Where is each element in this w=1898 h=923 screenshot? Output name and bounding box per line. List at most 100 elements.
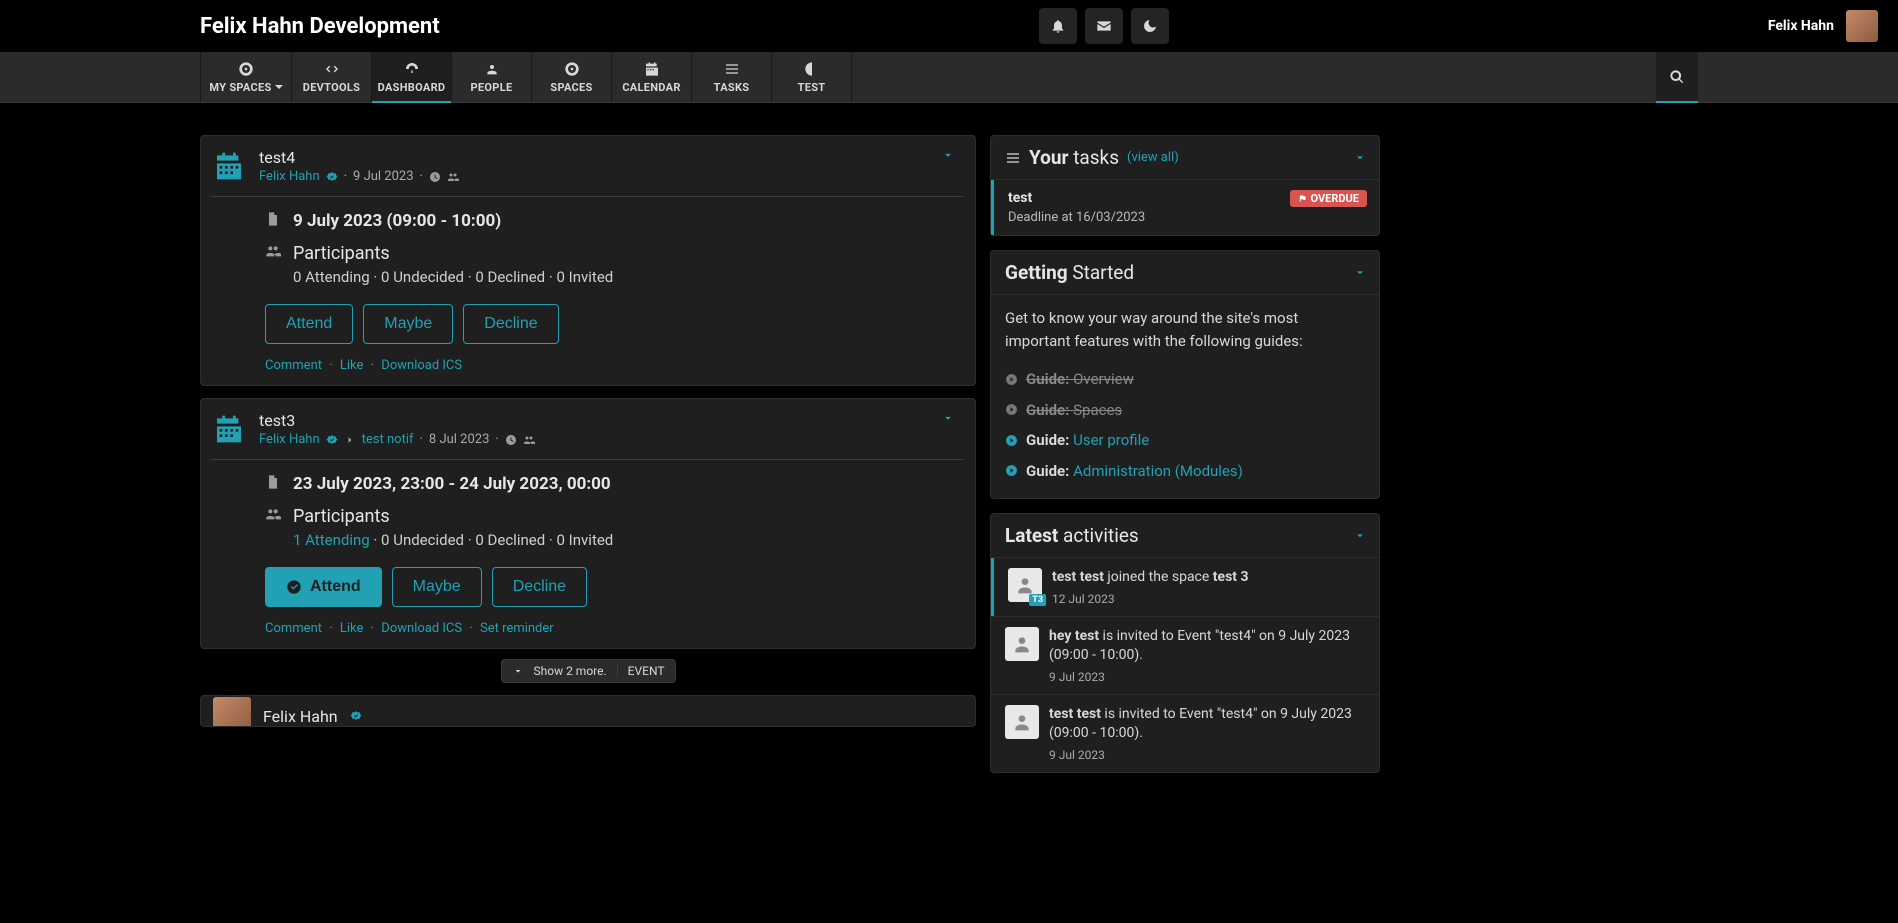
show-more-button[interactable]: Show 2 more. EVENT bbox=[501, 659, 676, 683]
event-when: 23 July 2023, 23:00 - 24 July 2023, 00:0… bbox=[293, 474, 611, 494]
people-icon bbox=[265, 243, 281, 259]
event-date: 8 Jul 2023 bbox=[429, 432, 489, 447]
people-icon bbox=[447, 171, 459, 183]
download-ics-link[interactable]: Download ICS bbox=[381, 358, 462, 373]
attending-link[interactable]: 1 Attending bbox=[293, 531, 370, 549]
event-title[interactable]: test3 bbox=[259, 411, 535, 430]
activity-item[interactable]: test test is invited to Event "test4" on… bbox=[991, 694, 1379, 772]
like-link[interactable]: Like bbox=[340, 358, 364, 373]
file-icon bbox=[265, 211, 281, 227]
activity-item[interactable]: hey test is invited to Event "test4" on … bbox=[991, 616, 1379, 694]
attend-button-label: Attend bbox=[310, 578, 361, 596]
nav-dashboard-label: DASHBOARD bbox=[378, 81, 446, 94]
nav-devtools-label: DEVTOOLS bbox=[303, 81, 360, 94]
verified-icon bbox=[326, 171, 338, 183]
nav-test-label: TEST bbox=[798, 81, 826, 94]
avatar[interactable]: T3 bbox=[1008, 568, 1042, 602]
task-item[interactable]: test Deadline at 16/03/2023 OVERDUE bbox=[991, 180, 1379, 235]
participants-summary: · 0 Undecided · 0 Declined · 0 Invited bbox=[373, 531, 613, 549]
avatar[interactable] bbox=[1846, 10, 1878, 42]
widget-collapse-toggle[interactable] bbox=[1353, 524, 1367, 547]
activity-item[interactable]: T3 test test joined the space test 3 12 … bbox=[991, 558, 1379, 616]
card-menu-toggle[interactable] bbox=[941, 411, 961, 431]
event-when: 9 July 2023 (09:00 - 10:00) bbox=[293, 211, 501, 231]
nav-calendar-label: CALENDAR bbox=[622, 81, 680, 94]
set-reminder-link[interactable]: Set reminder bbox=[480, 621, 554, 636]
nav-test[interactable]: TEST bbox=[772, 52, 852, 102]
attend-button-selected[interactable]: Attend bbox=[265, 567, 382, 607]
nav-calendar[interactable]: CALENDAR bbox=[612, 52, 692, 102]
clock-icon bbox=[505, 434, 517, 446]
user-menu[interactable]: Felix Hahn bbox=[1768, 18, 1834, 34]
guide-item[interactable]: Guide: Administration (Modules) bbox=[1005, 456, 1365, 487]
download-ics-link[interactable]: Download ICS bbox=[381, 621, 462, 636]
people-icon bbox=[484, 61, 500, 77]
like-link[interactable]: Like bbox=[340, 621, 364, 636]
clock-icon bbox=[429, 171, 441, 183]
peek-author[interactable]: Felix Hahn bbox=[263, 707, 338, 726]
check-circle-icon bbox=[286, 579, 302, 595]
comment-link[interactable]: Comment bbox=[265, 358, 322, 373]
decline-button[interactable]: Decline bbox=[492, 567, 587, 607]
getting-started-title-rest: Started bbox=[1072, 261, 1134, 284]
maybe-button[interactable]: Maybe bbox=[363, 304, 453, 344]
chevron-down-icon bbox=[941, 411, 955, 425]
nav-dashboard[interactable]: DASHBOARD bbox=[372, 52, 452, 102]
avatar[interactable] bbox=[1005, 705, 1039, 739]
person-icon bbox=[1012, 634, 1032, 654]
people-icon bbox=[523, 434, 535, 446]
verified-icon bbox=[326, 434, 338, 446]
topbar: Felix Hahn Development Felix Hahn bbox=[0, 0, 1898, 52]
comment-link[interactable]: Comment bbox=[265, 621, 322, 636]
target-icon bbox=[564, 61, 580, 77]
activity-time: 12 Jul 2023 bbox=[1052, 592, 1249, 606]
theme-button[interactable] bbox=[1131, 8, 1169, 44]
show-more-label: Show 2 more. bbox=[534, 664, 607, 678]
event-author[interactable]: Felix Hahn bbox=[259, 169, 320, 184]
nav-tasks[interactable]: TASKS bbox=[692, 52, 772, 102]
person-icon bbox=[1012, 712, 1032, 732]
envelope-icon bbox=[1096, 18, 1112, 34]
guide-item[interactable]: Guide: Overview bbox=[1005, 364, 1365, 395]
nav-people[interactable]: PEOPLE bbox=[452, 52, 532, 102]
nav-devtools[interactable]: DEVTOOLS bbox=[292, 52, 372, 102]
nav-spaces[interactable]: SPACES bbox=[532, 52, 612, 102]
navbar: MY SPACES DEVTOOLS DASHBOARD PEOPLE SPAC… bbox=[0, 52, 1898, 103]
main-column: test4 Felix Hahn · 9 Jul 2023 · bbox=[200, 135, 976, 773]
widget-collapse-toggle[interactable] bbox=[1353, 146, 1367, 169]
guide-item[interactable]: Guide: User profile bbox=[1005, 425, 1365, 456]
nav-search[interactable] bbox=[1656, 52, 1698, 102]
code-icon bbox=[324, 61, 340, 77]
event-space[interactable]: test notif bbox=[362, 432, 414, 447]
avatar[interactable] bbox=[1005, 627, 1039, 661]
person-icon bbox=[1015, 575, 1035, 595]
maybe-button[interactable]: Maybe bbox=[392, 567, 482, 607]
event-date: 9 Jul 2023 bbox=[353, 169, 413, 184]
widget-collapse-toggle[interactable] bbox=[1353, 261, 1367, 284]
dashboard-icon bbox=[404, 61, 420, 77]
event-card: test4 Felix Hahn · 9 Jul 2023 · bbox=[200, 135, 976, 386]
play-circle-icon bbox=[1005, 464, 1018, 477]
tasks-icon bbox=[724, 61, 740, 77]
tasks-widget: Your tasks (view all) test Deadline at 1… bbox=[990, 135, 1380, 236]
guide-item[interactable]: Guide: Spaces bbox=[1005, 395, 1365, 426]
event-author[interactable]: Felix Hahn bbox=[259, 432, 320, 447]
nav-my-spaces[interactable]: MY SPACES bbox=[200, 52, 292, 102]
messages-button[interactable] bbox=[1085, 8, 1123, 44]
activity-time: 9 Jul 2023 bbox=[1049, 748, 1365, 762]
attend-button[interactable]: Attend bbox=[265, 304, 353, 344]
activity-text: hey test is invited to Event "test4" on … bbox=[1049, 627, 1365, 666]
nav-spaces-label: SPACES bbox=[550, 81, 592, 94]
notifications-button[interactable] bbox=[1039, 8, 1077, 44]
event-meta: Felix Hahn · 9 Jul 2023 · bbox=[259, 169, 459, 184]
view-all-link[interactable]: (view all) bbox=[1127, 150, 1179, 165]
calendar-icon bbox=[213, 413, 245, 445]
card-menu-toggle[interactable] bbox=[941, 148, 961, 168]
file-icon bbox=[265, 474, 281, 490]
site-title[interactable]: Felix Hahn Development bbox=[200, 14, 440, 39]
avatar[interactable] bbox=[213, 697, 251, 727]
card-actions: Comment · Like · Download ICS bbox=[265, 358, 961, 373]
event-title[interactable]: test4 bbox=[259, 148, 459, 167]
decline-button[interactable]: Decline bbox=[463, 304, 558, 344]
activity-text: test test joined the space test 3 bbox=[1052, 568, 1249, 588]
